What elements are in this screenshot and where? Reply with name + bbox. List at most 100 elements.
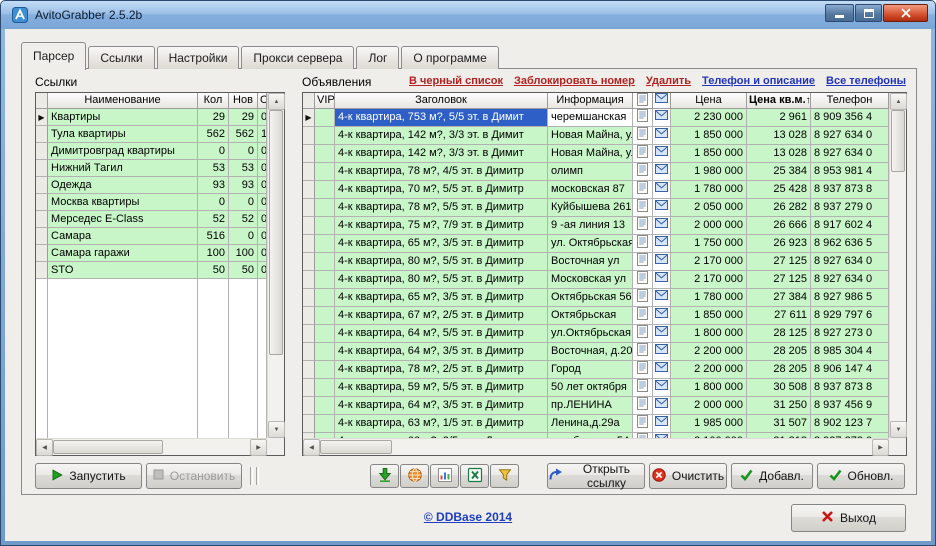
links-name-cell[interactable]: Одежда	[48, 177, 198, 194]
vip-cell[interactable]	[315, 109, 335, 127]
links-row[interactable]: Тула квартиры5625621	[36, 126, 267, 143]
ad-title-cell[interactable]: 4-к квартира, 59 м?, 5/5 эт. в Димитр	[335, 379, 548, 397]
links-name-cell[interactable]: Димитровград квартиры	[48, 143, 198, 160]
vertical-scroll-thumb[interactable]	[269, 110, 283, 355]
ad-row[interactable]: 4-к квартира, 78 м?, 4/5 эт. в Димитроли…	[303, 163, 889, 181]
ad-price-per-sqm-cell[interactable]: 30 508	[747, 379, 811, 397]
ad-title-cell[interactable]: 4-к квартира, 80 м?, 5/5 эт. в Димитр	[335, 271, 548, 289]
clear-button[interactable]: Очистить	[649, 463, 727, 489]
mail-icon[interactable]	[653, 109, 671, 127]
links-count-cell[interactable]: 29	[198, 109, 229, 126]
ad-info-cell[interactable]: ул.Октябрьская	[548, 325, 633, 343]
document-icon[interactable]	[633, 127, 653, 145]
col-header-phone[interactable]: Телефон	[811, 93, 889, 109]
ad-phone-cell[interactable]: 8 953 981 4	[811, 163, 889, 181]
close-button[interactable]	[883, 4, 928, 22]
ad-info-cell[interactable]: Новая Майна, ул	[548, 127, 633, 145]
ad-price-per-sqm-cell[interactable]: 28 205	[747, 361, 811, 379]
ad-price-per-sqm-cell[interactable]: 13 028	[747, 127, 811, 145]
ad-info-cell[interactable]: олимп	[548, 163, 633, 181]
open-link-button[interactable]: Открыть ссылку	[547, 463, 645, 489]
ad-title-cell[interactable]: 4-к квартира, 80 м?, 5/5 эт. в Димитр	[335, 253, 548, 271]
ad-phone-cell[interactable]: 8 909 356 4	[811, 109, 889, 127]
ad-phone-cell[interactable]: 8 927 634 0	[811, 145, 889, 163]
ad-row[interactable]: 4-к квартира, 78 м?, 5/5 эт. в ДимитрКуй…	[303, 199, 889, 217]
ad-title-cell[interactable]: 4-к квартира, 67 м?, 2/5 эт. в Димитр	[335, 307, 548, 325]
html-icon-button[interactable]	[400, 464, 429, 488]
ad-price-per-sqm-cell[interactable]: 27 611	[747, 307, 811, 325]
links-count-cell[interactable]: 0	[198, 143, 229, 160]
ad-phone-cell[interactable]: 8 937 279 0	[811, 199, 889, 217]
document-icon[interactable]	[633, 181, 653, 199]
run-button[interactable]: Запустить	[35, 463, 142, 489]
vip-cell[interactable]	[315, 199, 335, 217]
vip-cell[interactable]	[315, 307, 335, 325]
links-row[interactable]: Димитровград квартиры000	[36, 143, 267, 160]
ad-title-cell[interactable]: 4-к квартира, 64 м?, 5/5 эт. в Димитр	[335, 325, 548, 343]
vip-cell[interactable]	[315, 343, 335, 361]
tab-1[interactable]: Ссылки	[88, 46, 154, 69]
document-icon[interactable]	[633, 379, 653, 397]
ad-title-cell[interactable]: 4-к квартира, 142 м?, 3/3 эт. в Димит	[335, 127, 548, 145]
links-name-cell[interactable]: Нижний Тагил	[48, 160, 198, 177]
vip-cell[interactable]	[315, 361, 335, 379]
ad-phone-cell[interactable]: 8 902 123 7	[811, 415, 889, 433]
ad-price-cell[interactable]: 1 985 000	[671, 415, 747, 433]
document-icon[interactable]	[633, 199, 653, 217]
ad-title-cell[interactable]: 4-к квартира, 65 м?, 3/5 эт. в Димитр	[335, 289, 548, 307]
vip-cell[interactable]	[315, 415, 335, 433]
ad-title-cell[interactable]: 4-к квартира, 75 м?, 7/9 эт. в Димитр	[335, 217, 548, 235]
document-icon[interactable]	[633, 271, 653, 289]
links-new-cell[interactable]: 93	[229, 177, 258, 194]
ad-price-cell[interactable]: 2 170 000	[671, 253, 747, 271]
links-column-header-3[interactable]: Обн	[258, 93, 267, 109]
tab-2[interactable]: Настройки	[157, 46, 240, 69]
links-count-cell[interactable]: 516	[198, 228, 229, 245]
links-updated-cell[interactable]: 0	[258, 245, 267, 262]
scroll-up-button[interactable]: ▲	[890, 93, 907, 110]
ad-price-cell[interactable]: 2 000 000	[671, 217, 747, 235]
ad-phone-cell[interactable]: 8 985 304 4	[811, 343, 889, 361]
links-row[interactable]: ▶Квартиры29290	[36, 109, 267, 126]
mail-icon[interactable]	[653, 379, 671, 397]
ad-row[interactable]: 4-к квартира, 64 м?, 3/5 эт. в ДимитрВос…	[303, 343, 889, 361]
ad-price-cell[interactable]: 2 200 000	[671, 361, 747, 379]
document-icon[interactable]	[633, 307, 653, 325]
ad-price-per-sqm-cell[interactable]: 25 428	[747, 181, 811, 199]
mail-icon[interactable]	[653, 253, 671, 271]
links-row[interactable]: Нижний Тагил53530	[36, 160, 267, 177]
ad-title-cell[interactable]: 4-к квартира, 64 м?, 3/5 эт. в Димитр	[335, 343, 548, 361]
ad-price-cell[interactable]: 1 800 000	[671, 379, 747, 397]
ad-price-cell[interactable]: 2 170 000	[671, 271, 747, 289]
download-icon-button[interactable]	[370, 464, 399, 488]
ads-action-2[interactable]: Удалить	[646, 75, 691, 87]
mail-icon[interactable]	[653, 289, 671, 307]
ad-price-per-sqm-cell[interactable]: 26 666	[747, 217, 811, 235]
vip-cell[interactable]	[315, 163, 335, 181]
ad-info-cell[interactable]: московская 87	[548, 181, 633, 199]
document-icon[interactable]	[633, 163, 653, 181]
ad-phone-cell[interactable]: 8 906 147 4	[811, 361, 889, 379]
col-header-price-per-sqm[interactable]: Цена кв.м.↑	[747, 93, 811, 109]
links-name-cell[interactable]: Тула квартиры	[48, 126, 198, 143]
refresh-button[interactable]: Обновл.	[817, 463, 905, 489]
horizontal-scroll-thumb[interactable]	[320, 440, 392, 454]
document-icon[interactable]	[633, 289, 653, 307]
document-icon[interactable]	[633, 145, 653, 163]
links-row[interactable]: Одежда93930	[36, 177, 267, 194]
ad-title-cell[interactable]: 4-к квартира, 142 м?, 3/3 эт. в Димит	[335, 145, 548, 163]
vip-cell[interactable]	[315, 127, 335, 145]
links-updated-cell[interactable]: 0	[258, 228, 267, 245]
excel-icon-button[interactable]	[460, 464, 489, 488]
document-icon[interactable]	[633, 253, 653, 271]
ad-price-per-sqm-cell[interactable]: 26 923	[747, 235, 811, 253]
links-name-cell[interactable]: Самара гаражи	[48, 245, 198, 262]
links-name-cell[interactable]: STO	[48, 262, 198, 279]
ad-info-cell[interactable]: черемшанская	[548, 109, 633, 127]
ads-action-1[interactable]: Заблокировать номер	[514, 75, 635, 87]
ad-price-per-sqm-cell[interactable]: 26 282	[747, 199, 811, 217]
links-count-cell[interactable]: 93	[198, 177, 229, 194]
ad-price-per-sqm-cell[interactable]: 28 205	[747, 343, 811, 361]
ad-price-per-sqm-cell[interactable]: 27 125	[747, 253, 811, 271]
ad-price-cell[interactable]: 1 850 000	[671, 127, 747, 145]
